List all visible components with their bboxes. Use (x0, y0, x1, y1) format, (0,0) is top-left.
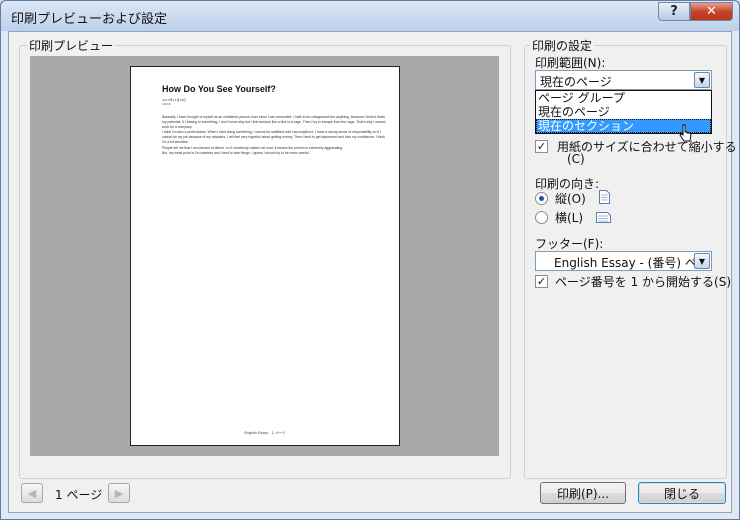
document-date: 2013年11月18日 19:16 (162, 98, 186, 106)
next-page-button[interactable]: ▶ (108, 483, 130, 503)
footer-select[interactable]: English Essay - (番号) ペー ▼ (535, 251, 712, 271)
footer-value: English Essay - (番号) ペー (554, 256, 709, 270)
mouse-pointer-icon (679, 124, 692, 142)
close-icon: ✕ (706, 4, 717, 19)
window-close-button[interactable]: ✕ (690, 2, 733, 21)
landscape-radio[interactable] (535, 211, 548, 224)
print-preview-window: 印刷プレビューおよび設定 ? ✕ 印刷プレビュー How Do You See … (0, 0, 740, 520)
preview-group-label: 印刷プレビュー (27, 37, 116, 54)
print-range-option-current-page[interactable]: 現在のページ (536, 105, 711, 119)
arrow-left-icon: ◀ (27, 486, 37, 500)
print-range-value: 現在のページ (540, 75, 612, 89)
preview-canvas[interactable]: How Do You See Yourself? 2013年11月18日 19:… (30, 56, 499, 456)
document-paragraph: I think I'm also a perfectionist. When I… (162, 130, 385, 145)
help-icon: ? (670, 4, 678, 19)
print-button[interactable]: 印刷(P)... (540, 482, 626, 504)
fit-to-paper-label-accel: (C) (567, 152, 585, 166)
document-body: Basically, I have thought of myself as a… (162, 115, 390, 156)
print-range-option-page-group[interactable]: ページ グループ (536, 91, 711, 105)
settings-group-label: 印刷の設定 (530, 37, 595, 54)
chevron-down-icon[interactable]: ▼ (694, 72, 710, 88)
print-range-select[interactable]: 現在のページ ▼ (535, 70, 712, 90)
document-time-line: 19:16 (162, 102, 171, 106)
start-page-label: ページ番号を 1 から開始する(S) (555, 275, 732, 289)
dialog-body: 印刷プレビュー How Do You See Yourself? 2013年11… (8, 31, 737, 513)
close-button[interactable]: 閉じる (638, 482, 726, 504)
portrait-label: 縦(O) (555, 192, 586, 206)
title-bar: 印刷プレビューおよび設定 ? ✕ (1, 1, 739, 31)
start-page-checkbox[interactable]: ✓ (535, 275, 548, 288)
document-title: How Do You See Yourself? (162, 84, 276, 94)
portrait-radio[interactable] (535, 192, 548, 205)
preview-page: How Do You See Yourself? 2013年11月18日 19:… (130, 66, 400, 446)
help-button[interactable]: ? (658, 2, 690, 21)
previous-page-button[interactable]: ◀ (21, 483, 43, 503)
document-footer: English Essay - 1 ページ (244, 431, 286, 435)
print-range-label: 印刷範囲(N): (535, 56, 606, 70)
page-indicator: 1 ページ (55, 488, 103, 502)
fit-to-paper-checkbox[interactable]: ✓ (535, 140, 548, 153)
chevron-down-icon[interactable]: ▼ (694, 253, 710, 269)
portrait-page-icon (599, 190, 610, 204)
landscape-page-icon (596, 212, 611, 223)
checkmark-icon: ✓ (536, 275, 547, 288)
window-title: 印刷プレビューおよび設定 (11, 12, 168, 27)
document-paragraph: Basically, I have thought of myself as a… (162, 115, 386, 130)
document-paragraph: But, my weak point is I'm careless and I… (162, 150, 310, 155)
checkmark-icon: ✓ (536, 140, 547, 153)
arrow-right-icon: ▶ (114, 486, 124, 500)
footer-label: フッター(F): (535, 237, 604, 251)
landscape-label: 横(L) (555, 211, 584, 225)
